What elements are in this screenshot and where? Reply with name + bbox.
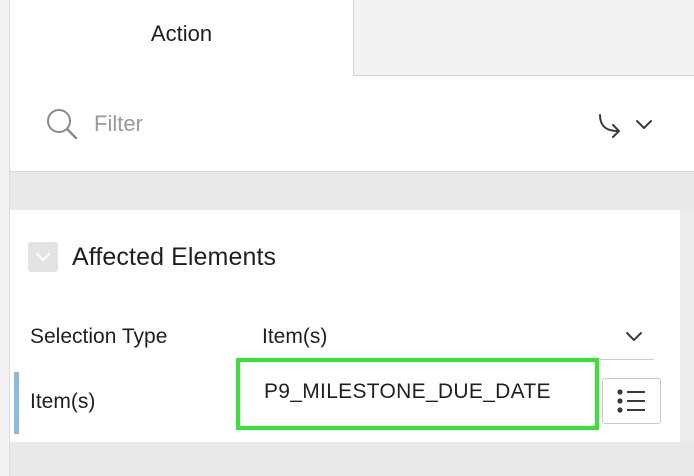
go-to-group-button[interactable] <box>592 106 658 142</box>
go-to-arrow-icon <box>599 114 620 138</box>
items-field[interactable]: P9_MILESTONE_DUE_DATE <box>236 358 599 430</box>
items-field-value: P9_MILESTONE_DUE_DATE <box>264 380 551 403</box>
selection-type-label: Selection Type <box>30 325 168 348</box>
selection-type-select[interactable]: Item(s) <box>260 318 654 360</box>
selection-type-value: Item(s) <box>262 325 328 348</box>
affected-elements-section: Affected Elements Selection Type Item(s)… <box>10 210 680 442</box>
filter-input[interactable] <box>90 106 538 142</box>
tab-action-label: Action <box>150 21 213 46</box>
section-spacer <box>10 172 694 210</box>
active-row-indicator <box>14 372 19 434</box>
section-header: Affected Elements <box>28 240 276 274</box>
section-title: Affected Elements <box>72 242 277 271</box>
chevron-down-icon <box>636 120 652 129</box>
list-picker-button[interactable] <box>602 378 661 424</box>
items-label: Item(s) <box>30 390 96 413</box>
left-panel-edge <box>0 0 10 476</box>
filter-bar <box>10 76 694 172</box>
bottom-area <box>10 442 694 476</box>
chevron-down-icon <box>36 253 50 261</box>
collapse-toggle-button[interactable] <box>28 242 58 272</box>
tab-bar: Action <box>10 0 694 76</box>
tab-action[interactable]: Action <box>10 0 354 76</box>
search-icon <box>47 109 78 140</box>
chevron-down-icon <box>626 332 642 341</box>
list-icon <box>616 389 645 413</box>
